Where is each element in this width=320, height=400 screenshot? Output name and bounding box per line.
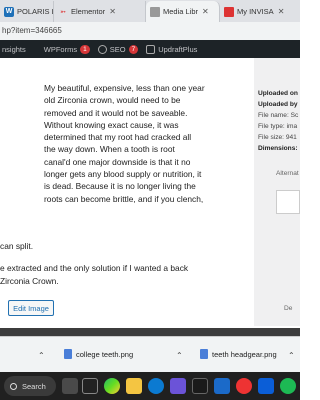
chevron-up-icon[interactable]: ⌃ (176, 351, 183, 360)
wordpress-favicon-icon: W (4, 6, 14, 17)
tab-elementor[interactable]: ➳ Elementor ✕ (54, 1, 146, 22)
edge-icon[interactable] (148, 378, 164, 394)
dimensions-label: Dimensions: (258, 145, 298, 152)
wp-admin-bar: nsights WPForms 1 SEO 7 UpdraftPlus (0, 40, 300, 58)
edit-image-button[interactable]: Edit Image (8, 300, 54, 316)
description-line: My beautiful, expensive, less than one y… (44, 83, 205, 93)
media-favicon-icon (150, 6, 160, 17)
app-icon[interactable] (62, 378, 78, 394)
file-size-label: File size: 941 (258, 134, 297, 141)
outlook-icon[interactable] (258, 378, 274, 394)
store-icon[interactable] (192, 378, 208, 394)
description-line: canal'd one major downside is that it no (44, 156, 191, 167)
browser-tab-strip: W POLARIS Lu ✕ ➳ Elementor ✕ Media Libr … (0, 0, 300, 22)
adminbar-seo[interactable]: SEO 7 (97, 44, 139, 54)
description-label: De (284, 305, 293, 312)
url-text: hp?item=346665 (2, 26, 62, 35)
description-line: old Zirconia crown, would need to be (44, 95, 181, 106)
taskbar-search[interactable]: Search (4, 376, 56, 396)
aioseo-icon (97, 44, 107, 54)
search-icon (10, 382, 17, 390)
uploaded-on-label: Uploaded on (258, 90, 298, 97)
tab-label: Media Libr (163, 7, 199, 16)
tab-my-invisalign[interactable]: My INVISA ✕ (220, 1, 300, 22)
alt-text-input[interactable] (276, 190, 300, 214)
elementor-favicon-icon: ➳ (60, 8, 66, 16)
teams-icon[interactable] (170, 378, 186, 394)
file-name-label: File name: Sc (258, 112, 299, 119)
notification-badge: 1 (80, 44, 90, 54)
adminbar-label: nsights (2, 44, 26, 54)
description-line: Zirconia Crown. (0, 275, 59, 286)
description-line: roots can become brittle, and if you cle… (44, 193, 204, 204)
download-item[interactable]: college teeth.png (64, 349, 133, 359)
tab-label: Elementor (71, 7, 106, 16)
description-line: the way down. When a tooth is root (44, 144, 175, 155)
description-text[interactable]: My beautiful, expensive, less than one y… (44, 82, 252, 205)
adminbar-insights[interactable]: nsights (2, 45, 26, 54)
modal-overlay (0, 328, 300, 336)
file-type-label: File type: ima (258, 123, 298, 130)
image-file-icon (64, 349, 72, 359)
description-line: is dead. Because it is no longer living … (44, 181, 196, 192)
tab-polaris[interactable]: W POLARIS Lu ✕ (0, 1, 54, 22)
photos-icon[interactable] (104, 378, 120, 394)
close-icon[interactable]: ✕ (278, 7, 285, 16)
tab-media-library[interactable]: Media Libr ✕ (146, 1, 220, 22)
address-bar[interactable]: hp?item=346665 (0, 22, 300, 40)
updraftplus-icon (146, 44, 156, 54)
description-line: e extracted and the only solution if I w… (0, 263, 189, 274)
adminbar-label: WPForms (43, 44, 78, 54)
description-line: removed and it would not be saveable. (44, 107, 188, 118)
download-item[interactable]: teeth headgear.png (200, 349, 277, 359)
description-line: determined that my root had cracked all (44, 132, 192, 143)
notification-badge: 7 (128, 44, 139, 54)
adminbar-label: SEO (109, 44, 126, 54)
tab-label: My INVISA (237, 7, 274, 16)
alt-text-label: Alternat (276, 170, 299, 177)
tab-label: POLARIS Lu (17, 7, 53, 16)
chrome-icon[interactable] (236, 378, 252, 394)
uploaded-by-label: Uploaded by (258, 101, 298, 108)
download-filename: teeth headgear.png (212, 349, 277, 359)
download-bar: ⌃ college teeth.png ⌃ teeth headgear.png… (0, 336, 300, 372)
spotify-icon[interactable] (280, 378, 296, 394)
file-explorer-icon[interactable] (126, 378, 142, 394)
description-line: Without knowing exact cause, it was (44, 119, 179, 130)
description-continuation[interactable]: can split. e extracted and the only solu… (0, 240, 250, 287)
attachment-details-sidebar: Uploaded on Uploaded by File name: Sc Fi… (258, 88, 300, 154)
chevron-up-icon[interactable]: ⌃ (38, 351, 45, 360)
chevron-up-icon[interactable]: ⌃ (288, 351, 295, 360)
widgets-icon[interactable] (82, 378, 98, 394)
download-filename: college teeth.png (76, 349, 134, 359)
adminbar-label: UpdraftPlus (158, 44, 198, 54)
adminbar-wpforms[interactable]: WPForms 1 (43, 44, 90, 54)
search-label: Search (22, 381, 46, 391)
description-line: longer gets any blood supply or nutritio… (44, 169, 202, 180)
image-file-icon (200, 349, 208, 359)
close-icon[interactable]: ✕ (202, 7, 209, 16)
invisalign-favicon-icon (224, 6, 234, 17)
description-line: can split. (0, 241, 34, 251)
close-icon[interactable]: ✕ (109, 7, 116, 16)
word-icon[interactable] (214, 378, 230, 394)
adminbar-updraftplus[interactable]: UpdraftPlus (146, 44, 198, 54)
